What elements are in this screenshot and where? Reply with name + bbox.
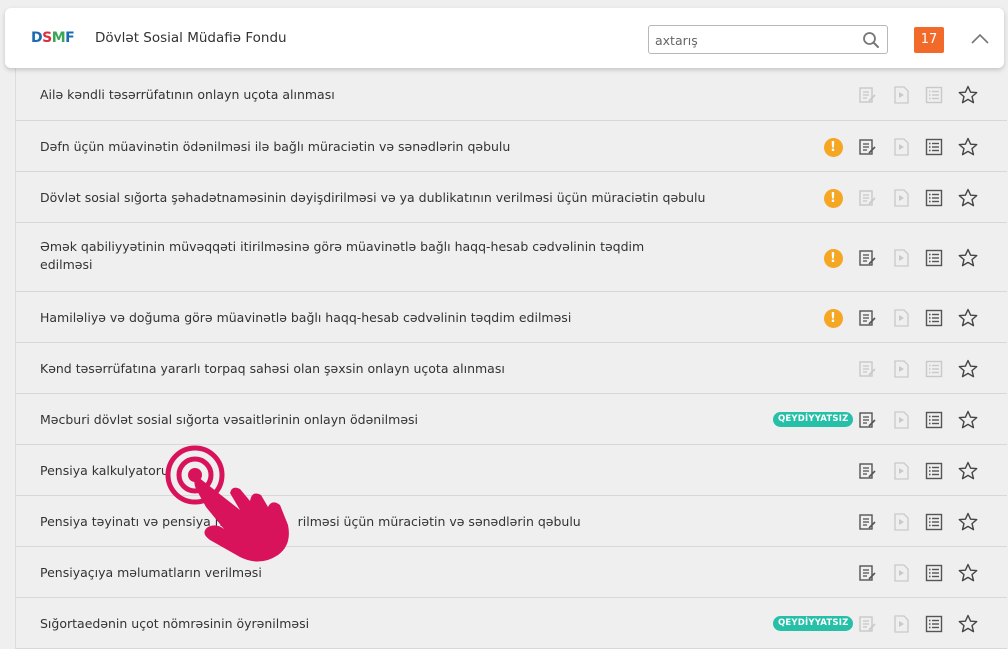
video-guide-icon[interactable] [891,512,911,532]
video-guide-icon[interactable] [891,410,911,430]
tap-hand-icon [165,445,289,562]
favorite-star-icon[interactable] [958,512,978,532]
favorite-star-icon[interactable] [958,248,978,268]
form-edit-icon[interactable] [857,461,877,481]
warning-icon[interactable]: ! [823,248,843,268]
dsmf-logo[interactable]: DSMF [31,30,75,46]
video-guide-icon[interactable] [891,359,911,379]
form-edit-icon[interactable] [857,85,877,105]
form-edit-icon[interactable] [857,410,877,430]
service-title[interactable]: Pensiyaçıya məlumatların verilməsi [40,564,262,582]
video-guide-icon[interactable] [891,614,911,634]
video-guide-icon[interactable] [891,248,911,268]
service-row[interactable]: Dövlət sosial sığorta şəhadətnaməsinin d… [16,172,1007,223]
info-list-icon[interactable] [924,563,944,583]
no-registration-badge: QEYDİYYATSIZ [773,616,854,631]
service-row[interactable]: Kənd təsərrüfatına yararlı torpaq sahəsi… [16,343,1007,394]
favorite-star-icon[interactable] [958,85,978,105]
service-title[interactable]: Pensiya təyinatı və pensiya növü rilməsi … [40,513,581,531]
info-list-icon[interactable] [924,188,944,208]
form-edit-icon[interactable] [857,308,877,328]
video-guide-icon[interactable] [891,563,911,583]
video-guide-icon[interactable] [891,308,911,328]
favorite-star-icon[interactable] [958,410,978,430]
info-list-icon[interactable] [924,410,944,430]
form-edit-icon[interactable] [857,614,877,634]
warning-icon[interactable]: ! [823,137,843,157]
warning-icon[interactable]: ! [823,308,843,328]
form-edit-icon[interactable] [857,359,877,379]
form-edit-icon[interactable] [857,248,877,268]
info-list-icon[interactable] [924,512,944,532]
info-list-icon[interactable] [924,308,944,328]
video-guide-icon[interactable] [891,188,911,208]
service-row[interactable]: Məcburi dövlət sosial sığorta vəsaitləri… [16,394,1007,445]
favorite-star-icon[interactable] [958,614,978,634]
service-title[interactable]: Əmək qabiliyyətinin müvəqqəti itirilməsi… [40,238,644,274]
search-box [648,25,888,54]
info-list-icon[interactable] [924,461,944,481]
warning-icon[interactable]: ! [823,188,843,208]
search-icon[interactable] [862,31,880,49]
service-row[interactable]: Dəfn üçün müavinətin ödənilməsi ilə bağl… [16,121,1007,172]
video-guide-icon[interactable] [891,461,911,481]
favorite-star-icon[interactable] [958,359,978,379]
form-edit-icon[interactable] [857,137,877,157]
favorite-star-icon[interactable] [958,308,978,328]
service-title[interactable]: Məcburi dövlət sosial sığorta vəsaitləri… [40,411,418,429]
service-title[interactable]: Dəfn üçün müavinətin ödənilməsi ilə bağl… [40,138,510,156]
service-title[interactable]: Kənd təsərrüfatına yararlı torpaq sahəsi… [40,360,505,378]
header-bar: DSMF Dövlət Sosial Müdafiə Fondu 17 [5,8,1004,68]
service-row[interactable]: Əmək qabiliyyətinin müvəqqəti itirilməsi… [16,223,1007,292]
service-row[interactable]: Hamiləliyə və doğuma görə müavinətlə bağ… [16,292,1007,343]
form-edit-icon[interactable] [857,563,877,583]
service-title[interactable]: Pensiya kalkulyatoru [40,462,169,480]
info-list-icon[interactable] [924,359,944,379]
video-guide-icon[interactable] [891,85,911,105]
video-guide-icon[interactable] [891,137,911,157]
favorite-star-icon[interactable] [958,461,978,481]
favorite-star-icon[interactable] [958,137,978,157]
service-title[interactable]: Sığortaedənin uçot nömrəsinin öyrənilməs… [40,615,309,633]
form-edit-icon[interactable] [857,188,877,208]
form-edit-icon[interactable] [857,512,877,532]
no-registration-badge: QEYDİYYATSIZ [773,412,854,427]
org-title: Dövlət Sosial Müdafiə Fondu [95,30,287,46]
service-title[interactable]: Hamiləliyə və doğuma görə müavinətlə bağ… [40,309,571,327]
info-list-icon[interactable] [924,614,944,634]
service-title[interactable]: Ailə kəndli təsərrüfatının onlayn uçota … [40,86,335,104]
favorite-star-icon[interactable] [958,563,978,583]
service-row[interactable]: Sığortaedənin uçot nömrəsinin öyrənilməs… [16,598,1007,649]
info-list-icon[interactable] [924,85,944,105]
chevron-up-icon[interactable] [969,29,991,49]
service-row[interactable]: Ailə kəndli təsərrüfatının onlayn uçota … [16,68,1007,121]
info-list-icon[interactable] [924,137,944,157]
service-title[interactable]: Dövlət sosial sığorta şəhadətnaməsinin d… [40,189,705,207]
search-input[interactable] [655,30,855,50]
service-count-badge: 17 [914,27,944,53]
info-list-icon[interactable] [924,248,944,268]
favorite-star-icon[interactable] [958,188,978,208]
